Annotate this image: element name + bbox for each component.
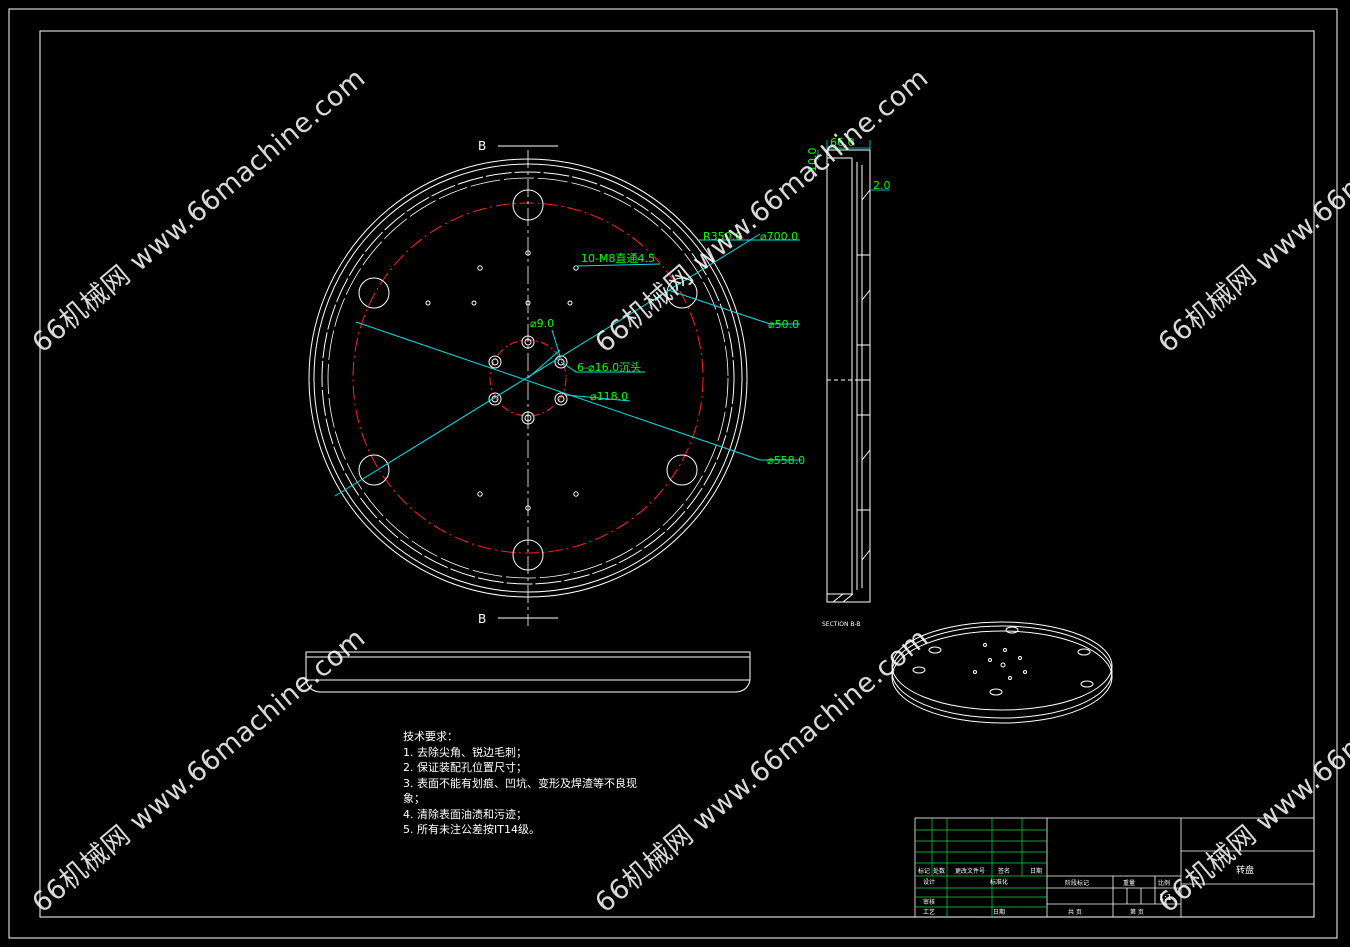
- tb-approve: 日期: [993, 908, 1005, 916]
- tech-req-item: 2. 保证装配孔位置尺寸；: [403, 761, 527, 774]
- dim-hole-note: 10-M8直通4.5: [581, 251, 655, 265]
- dim-d558: ⌀558.0: [767, 454, 805, 467]
- tb-change-doc: 更改文件号: [955, 867, 985, 875]
- tb-designer: 设计: [923, 878, 935, 886]
- tb-count: 处数: [933, 867, 945, 875]
- section-mark-bottom: B: [478, 612, 486, 626]
- tb-process: 工艺: [923, 908, 935, 916]
- tech-req-item: 4. 清除表面油渍和污迹；: [403, 807, 527, 821]
- tb-marker: 标记: [918, 867, 930, 875]
- tb-date: 日期: [1030, 867, 1042, 875]
- dim-d50: ⌀50.0: [768, 318, 799, 331]
- dim-d118: ⌀118.0: [590, 390, 628, 403]
- tech-req-item: 象；: [403, 792, 425, 805]
- dim-d9: ⌀9.0: [530, 317, 554, 330]
- tb-standardize: 标准化: [990, 878, 1008, 886]
- tb-review: 审核: [923, 898, 935, 906]
- text-layer: B B SECTION B-B 10-M8直通4.5 R350.0 ⌀700.0…: [478, 136, 1254, 916]
- tech-req-item: 1. 去除尖角、锐边毛刺；: [403, 745, 527, 759]
- tb-sheets-total: 共 页: [1068, 908, 1082, 916]
- section-caption: SECTION B-B: [822, 621, 861, 628]
- tech-req-item: 3. 表面不能有划痕、凹坑、变形及焊渣等不良现: [403, 776, 637, 790]
- tb-sign: 签名: [998, 867, 1010, 875]
- section-mark-top: B: [478, 139, 486, 153]
- technical-requirements: 技术要求： 1. 去除尖角、锐边毛刺； 2. 保证装配孔位置尺寸； 3. 表面不…: [403, 729, 637, 838]
- part-name: 转盘: [1236, 864, 1254, 876]
- dim-counterbore: 6-⌀16.0沉头: [577, 361, 641, 374]
- tb-sheet-no: 第 页: [1130, 908, 1144, 916]
- tb-stage-mark: 阶段标记: [1065, 879, 1089, 887]
- tech-req-title: 技术要求：: [403, 730, 458, 743]
- dim-d700: ⌀700.0: [760, 230, 798, 243]
- dim-side-2: 2.0: [873, 179, 891, 192]
- tech-req-item: 5. 所有未注公差按IT14级。: [403, 823, 540, 836]
- tb-weight: 重量: [1123, 879, 1135, 887]
